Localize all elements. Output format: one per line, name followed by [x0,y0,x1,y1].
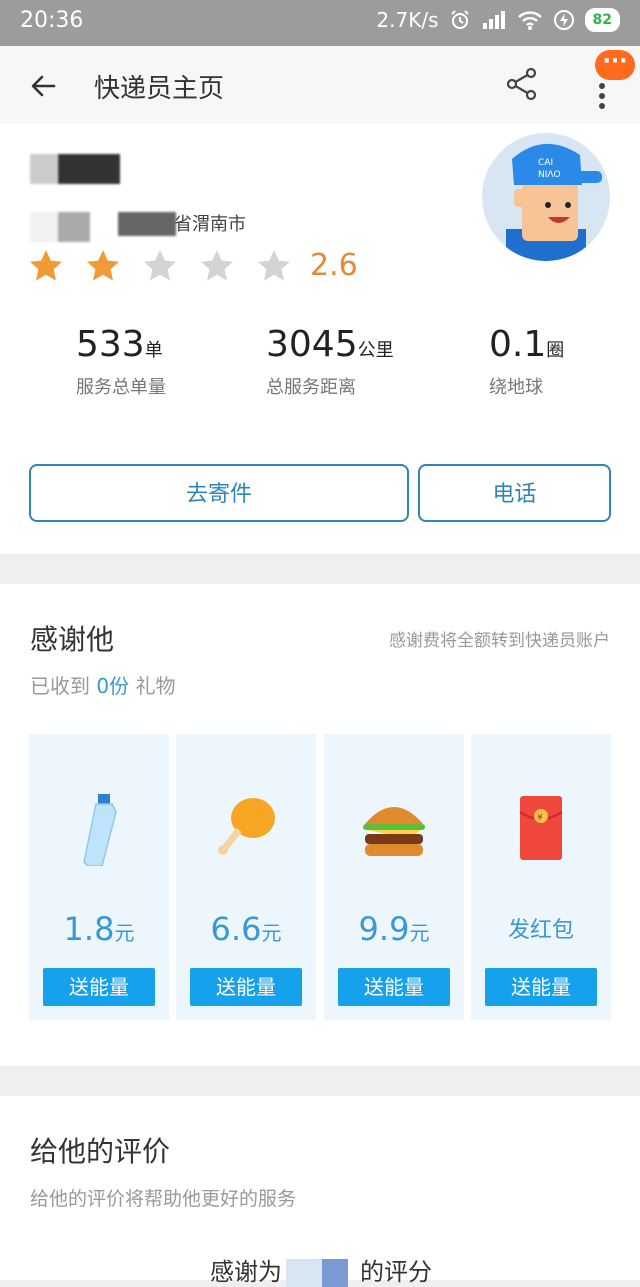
gift-burger-price-unit: 元 [409,921,430,945]
stat-orders: 533单 服务总单量 [76,324,166,399]
name-redacted [30,154,58,184]
gift-water-button[interactable]: 送能量 [43,968,155,1006]
stat-earth: 0.1圈 绕地球 [489,324,564,399]
avatar: CAI NIΛO [482,133,610,261]
star-empty-icon [201,250,233,281]
gift-water-price-unit: 元 [114,921,135,945]
review-subtitle: 给他的评价将帮助他更好的服务 [30,1188,297,1210]
stat-earth-unit: 圈 [546,340,565,361]
send-package-button[interactable]: 去寄件 [29,464,409,522]
notification-badge[interactable]: ··· [595,50,635,80]
stat-earth-value: 0.1 [489,324,547,365]
stat-distance-unit: 公里 [357,340,394,361]
cap-text-1: CAI [538,158,553,168]
gift-chicken-price-value: 6.6 [210,910,262,948]
review-title: 给他的评价 [30,1135,171,1168]
gift-water-price-value: 1.8 [63,910,115,948]
gift-burger-price: 9.9元 [324,910,464,948]
rating-stars [28,248,292,284]
location-redacted-3 [118,212,176,236]
star-filled-icon [30,250,62,281]
received-prefix: 已收到 [30,674,90,698]
gift-chicken-price-unit: 元 [261,921,282,945]
stat-orders-label: 服务总单量 [76,377,166,398]
thanks-title: 感谢他 [30,623,115,656]
star-filled-icon [87,250,119,281]
gift-red-envelope-label: 发红包 [507,918,574,943]
svg-text:¥: ¥ [537,813,543,823]
thanks-note: 感谢费将全额转到快递员账户 [389,631,610,651]
gift-chicken[interactable]: 6.6元 送能量 [176,734,316,1020]
gift-red-envelope-button[interactable]: 送能量 [485,968,597,1006]
signal-icon [482,11,505,29]
burger-icon [363,807,425,856]
red-envelope-icon: ¥ [519,796,563,860]
name-redacted-2 [58,154,120,184]
location-text: 省渭南市 [174,214,246,235]
water-bottle-icon [83,794,117,866]
wifi-icon [517,11,542,30]
status-time: 20:36 [20,8,84,33]
gift-chicken-price: 6.6元 [176,910,316,948]
gift-water-price: 1.8元 [29,910,169,948]
review-thanks-suffix: 的评分 [360,1258,432,1286]
stat-orders-value: 533 [76,324,145,365]
redacted-block-2 [322,1259,348,1287]
redacted-block [286,1259,322,1287]
cap-text-2: NIΛO [538,170,561,180]
chicken-leg-icon [218,798,275,855]
review-thanks-prefix: 感谢为 [210,1258,282,1286]
status-icons: 2.7K/s 82 [376,8,620,32]
star-empty-icon [144,250,176,281]
location-redacted-2 [58,212,90,242]
gift-water[interactable]: 1.8元 送能量 [29,734,169,1020]
stat-earth-label: 绕地球 [489,377,543,398]
received-suffix: 礼物 [135,674,176,698]
battery-level: 82 [584,8,620,32]
alarm-icon [450,10,469,29]
gift-burger-price-value: 9.9 [358,910,410,948]
review-thanks: 感谢为 的评分 [210,1252,432,1287]
charging-icon [553,10,574,30]
location-redacted [30,212,58,242]
stat-distance-label: 总服务距离 [266,377,356,398]
profile-card: 省渭南市 2.6 CAI NIΛO 533单 服务总单量 3045公里 总服务距… [0,124,640,554]
star-empty-icon [258,250,290,281]
received-info: 已收到 0份 礼物 [30,670,175,699]
stat-distance: 3045公里 总服务距离 [266,324,394,399]
share-icon[interactable] [504,66,540,102]
gift-burger-button[interactable]: 送能量 [338,968,450,1006]
stat-distance-value: 3045 [266,324,358,365]
app-bar: 快递员主页 [0,46,640,124]
network-speed: 2.7K/s [376,8,439,32]
received-count: 0份 [96,674,130,698]
stat-orders-unit: 单 [144,340,163,361]
thanks-card: 感谢他 感谢费将全额转到快递员账户 已收到 0份 礼物 1.8元 送能量 6.6… [0,584,640,1066]
status-bar: 20:36 2.7K/s 82 [0,0,640,46]
rating-value: 2.6 [310,248,358,283]
call-button[interactable]: 电话 [418,464,611,522]
gift-chicken-button[interactable]: 送能量 [190,968,302,1006]
gift-red-envelope[interactable]: ¥ 发红包 送能量 [471,734,611,1020]
back-arrow-icon[interactable] [28,70,60,102]
gift-burger[interactable]: 9.9元 送能量 [324,734,464,1020]
review-card: 给他的评价 给他的评价将帮助他更好的服务 感谢为 的评分 [0,1096,640,1287]
page-title: 快递员主页 [94,74,225,104]
